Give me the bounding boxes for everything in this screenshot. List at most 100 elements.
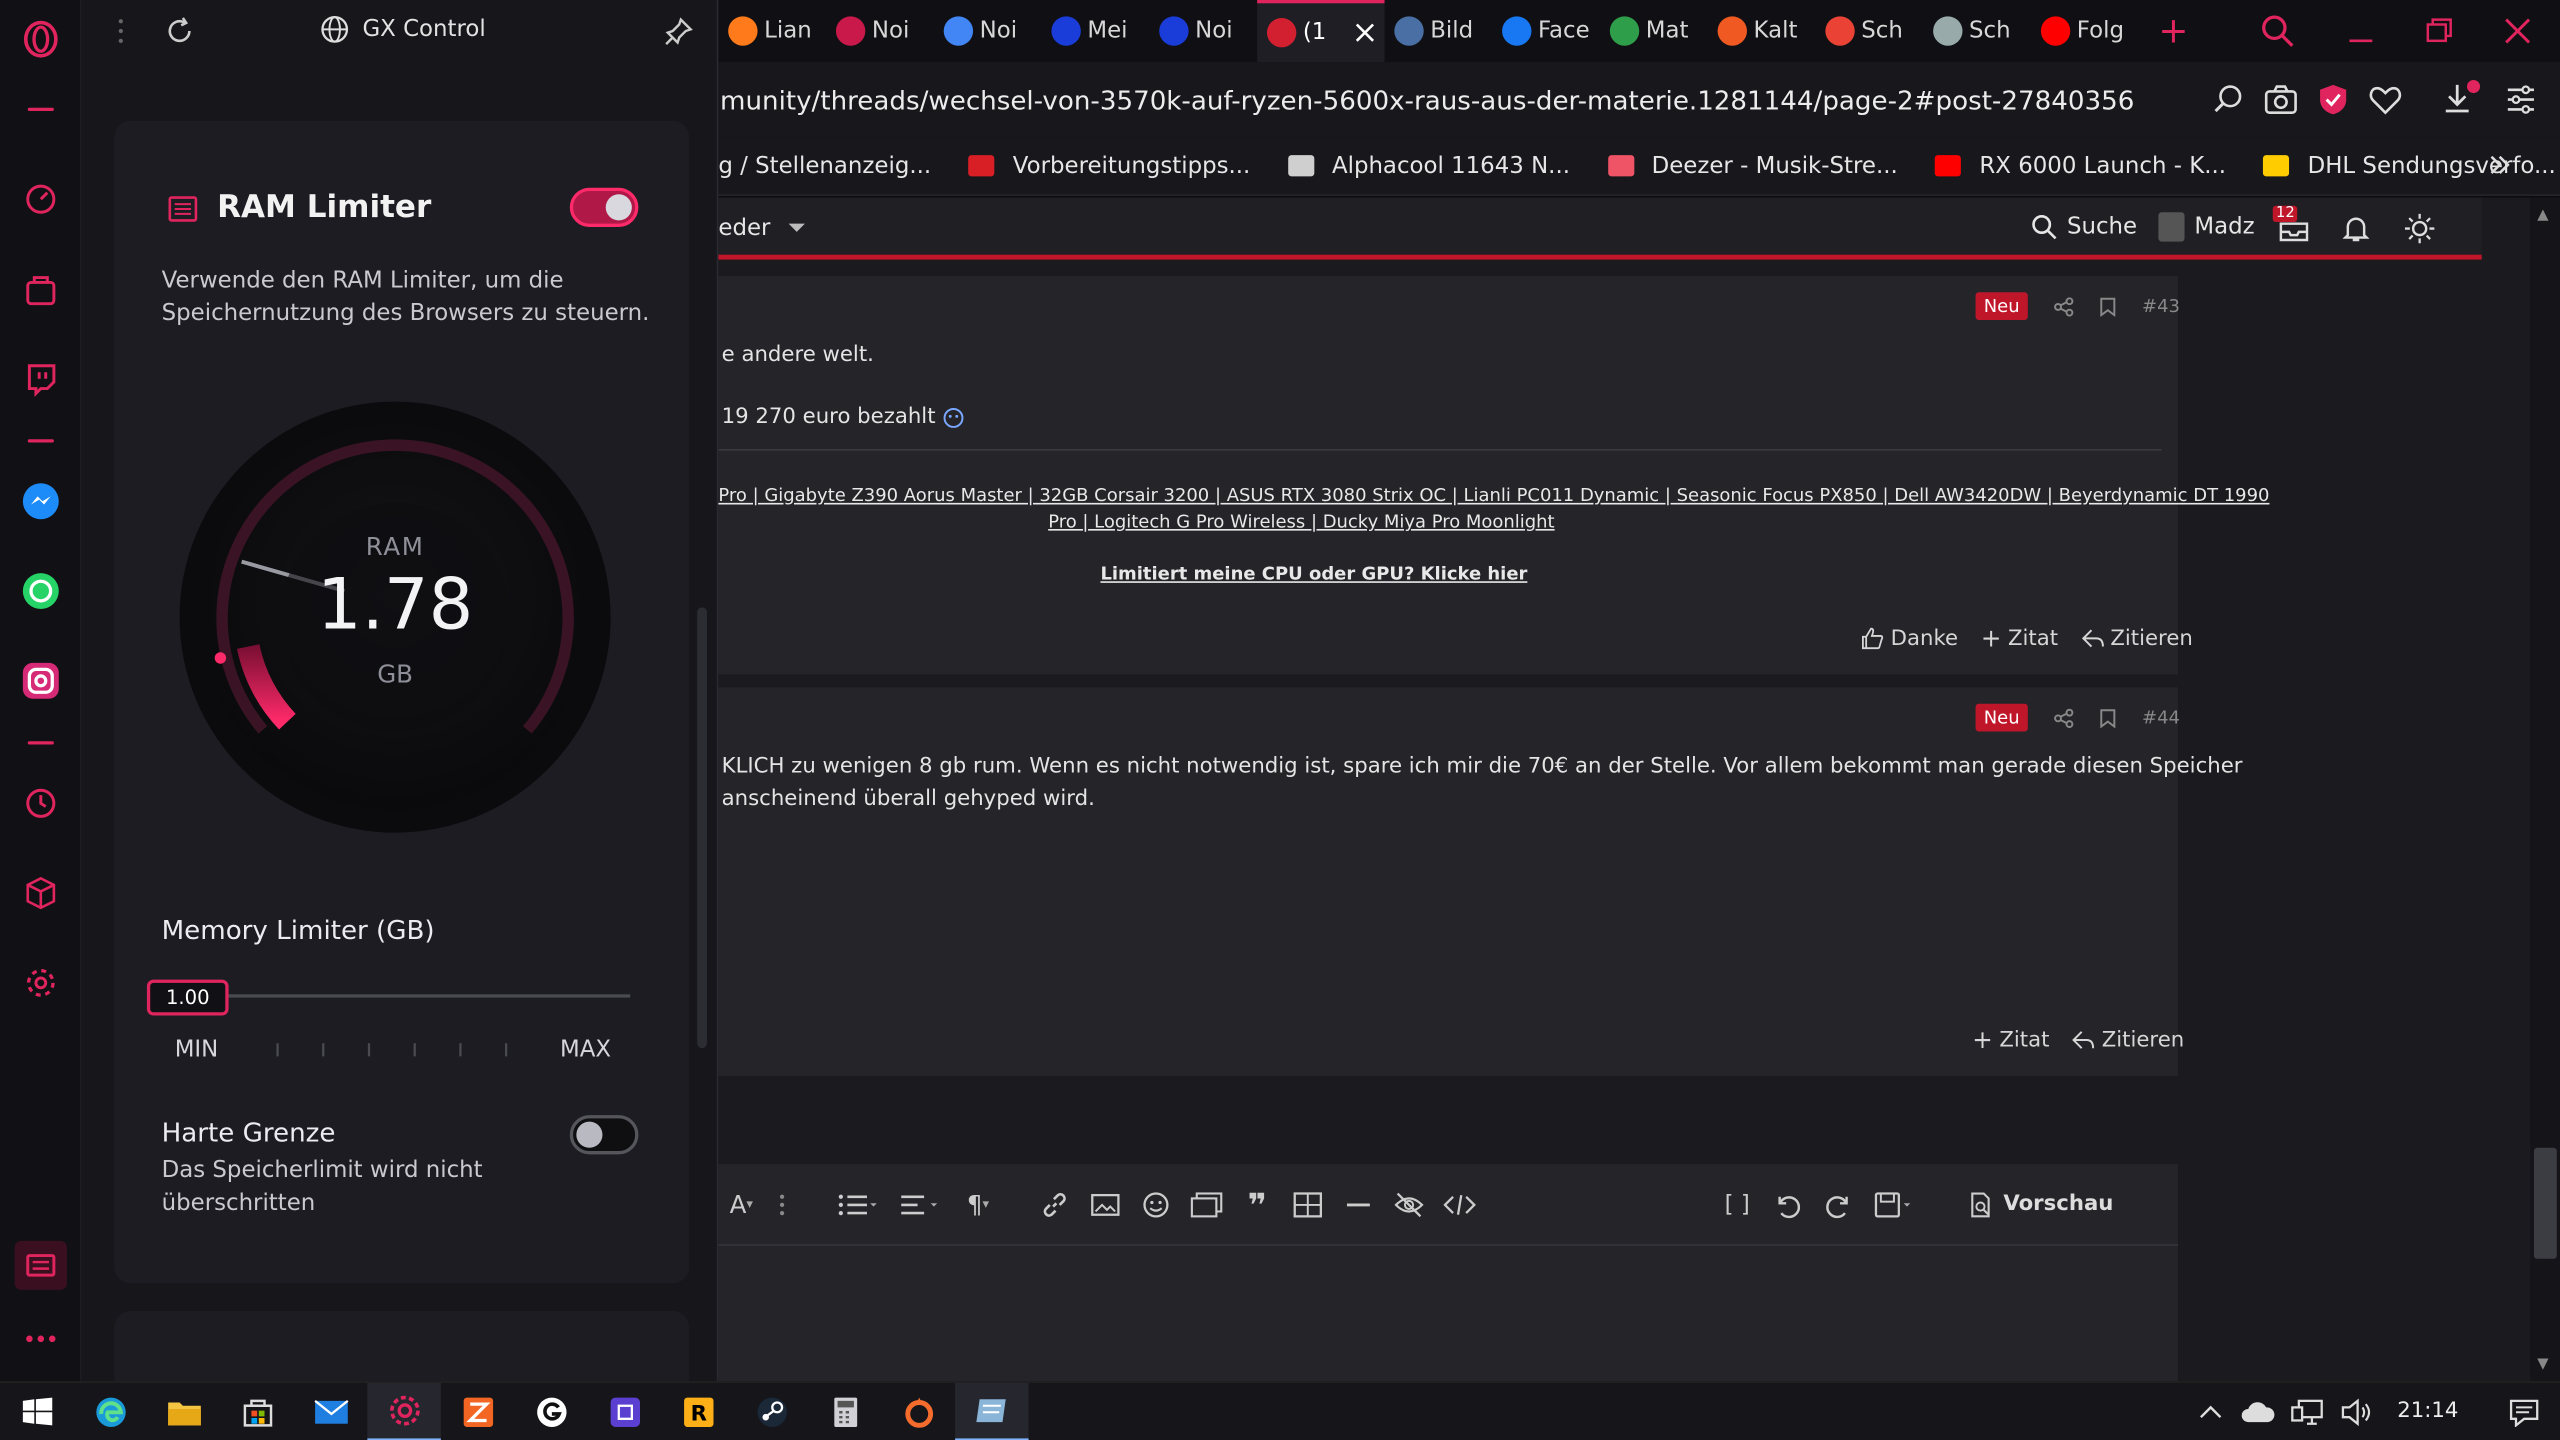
hard-limit-toggle[interactable] xyxy=(569,1115,639,1155)
action-center-icon[interactable] xyxy=(2488,1382,2560,1440)
speed-dial-icon[interactable] xyxy=(21,180,60,219)
table-icon[interactable] xyxy=(1288,1185,1327,1224)
tab-10[interactable]: Sch xyxy=(1816,0,1924,62)
gx-store-icon[interactable] xyxy=(21,271,60,310)
code-icon[interactable] xyxy=(1440,1185,1479,1224)
search-page-icon[interactable] xyxy=(2211,82,2247,118)
file-explorer-icon[interactable] xyxy=(147,1382,220,1440)
user-menu[interactable]: Madz xyxy=(2158,212,2255,242)
history-icon[interactable] xyxy=(21,784,60,823)
redo-icon[interactable] xyxy=(1819,1185,1858,1224)
close-tab-icon[interactable] xyxy=(1355,23,1375,43)
favorite-heart-icon[interactable] xyxy=(2367,82,2403,118)
link-icon[interactable] xyxy=(1035,1185,1074,1224)
reload-icon[interactable] xyxy=(163,15,196,48)
opera-gx-taskbar-icon[interactable] xyxy=(367,1382,441,1440)
tab-11[interactable]: Sch xyxy=(1923,0,2031,62)
vpn-shield-icon[interactable] xyxy=(2315,82,2351,118)
reply-cite-button[interactable]: Zitieren xyxy=(2072,1025,2184,1054)
settings-gear-icon[interactable] xyxy=(21,963,60,1002)
quote-button[interactable]: + Zitat xyxy=(1972,1025,2049,1054)
spoiler-eye-off-icon[interactable] xyxy=(1389,1185,1428,1224)
twitch-icon[interactable] xyxy=(21,359,60,398)
onedrive-cloud-icon[interactable] xyxy=(2234,1382,2283,1440)
share-icon[interactable] xyxy=(2054,707,2074,728)
share-icon[interactable] xyxy=(2054,296,2074,316)
steam-icon[interactable] xyxy=(735,1382,808,1440)
signature-link[interactable]: Limitiert meine CPU oder GPU? Klicke hie… xyxy=(1100,563,1527,584)
cpu-monitor-icon[interactable] xyxy=(588,1382,661,1440)
origin-icon[interactable] xyxy=(882,1382,955,1440)
bookmark-icon[interactable] xyxy=(2100,708,2116,728)
restore-icon[interactable] xyxy=(2423,16,2456,45)
url-field[interactable]: munity/threads/wechsel-von-3570k-auf-ryz… xyxy=(720,84,2134,115)
easy-setup-menu-icon[interactable] xyxy=(2505,83,2538,116)
scroll-thumb[interactable] xyxy=(2533,1147,2557,1259)
edge-icon[interactable] xyxy=(73,1382,146,1440)
network-icon[interactable] xyxy=(2283,1382,2332,1440)
bookmark-icon[interactable] xyxy=(2100,296,2116,316)
scroll-down-arrow-icon[interactable]: ▼ xyxy=(2537,1357,2548,1373)
snapshot-camera-icon[interactable] xyxy=(2263,82,2299,118)
tray-chevron-up-icon[interactable] xyxy=(2188,1382,2234,1440)
more-vertical-icon[interactable] xyxy=(774,1185,790,1224)
post-number[interactable]: #44 xyxy=(2142,707,2180,728)
ram-limiter-toggle[interactable] xyxy=(569,187,639,227)
tab-1[interactable]: Noi xyxy=(826,0,934,62)
forum-search-button[interactable]: Suche xyxy=(2031,214,2137,240)
alerts-bell-icon[interactable] xyxy=(2341,214,2370,243)
scroll-up-arrow-icon[interactable]: ▲ xyxy=(2537,207,2548,223)
whatsapp-icon[interactable] xyxy=(21,571,60,610)
volume-icon[interactable] xyxy=(2331,1382,2380,1440)
messenger-icon[interactable] xyxy=(21,482,60,521)
tab-5[interactable]: (1 xyxy=(1257,0,1385,63)
more-dots-icon[interactable] xyxy=(21,1319,60,1358)
downloads-icon[interactable] xyxy=(2439,78,2481,120)
bookmark-1[interactable]: Vorbereitungstipps... xyxy=(967,151,1250,180)
tab-12[interactable]: Folg xyxy=(2031,0,2139,62)
font-size-icon[interactable]: A ▾ xyxy=(718,1185,764,1224)
tab-6[interactable]: Bild xyxy=(1385,0,1493,62)
page-scrollbar[interactable]: ▲ ▼ xyxy=(2530,197,2560,1382)
gx-panel-scrollbar[interactable] xyxy=(697,607,707,1049)
opera-logo-icon[interactable] xyxy=(21,20,60,59)
clock[interactable]: 21:14 xyxy=(2380,1399,2475,1423)
windows-start-icon[interactable] xyxy=(0,1382,73,1440)
ms-store-icon[interactable] xyxy=(220,1382,293,1440)
tab-7[interactable]: Face xyxy=(1492,0,1600,62)
emoji-picker-icon[interactable] xyxy=(1136,1185,1175,1224)
memory-limiter-slider[interactable]: 1.00 xyxy=(146,979,637,1016)
quote-button[interactable]: + Zitat xyxy=(1981,624,2058,653)
ghub-icon[interactable] xyxy=(514,1382,587,1440)
bookmark-2[interactable]: Alphacool 11643 N... xyxy=(1286,151,1570,180)
minimize-icon[interactable] xyxy=(2345,16,2378,45)
bookmark-3[interactable]: Deezer - Musik-Stre... xyxy=(1606,151,1898,180)
undo-icon[interactable] xyxy=(1768,1185,1807,1224)
thanks-button[interactable]: Danke xyxy=(1861,624,1958,653)
theme-toggle-icon[interactable] xyxy=(2403,212,2436,245)
media-gallery-icon[interactable] xyxy=(1187,1185,1226,1224)
signature-line2[interactable]: Pro | Logitech G Pro Wireless | Ducky Mi… xyxy=(1048,511,1554,532)
gx-control-icon[interactable] xyxy=(14,1240,67,1290)
post-number[interactable]: #43 xyxy=(2142,296,2180,317)
close-window-icon[interactable] xyxy=(2501,15,2534,48)
inbox-button[interactable]: 12 xyxy=(2272,205,2312,244)
bookmarks-overflow-icon[interactable] xyxy=(2485,150,2514,179)
align-icon[interactable] xyxy=(895,1185,944,1224)
rockstar-launcher-icon[interactable]: R xyxy=(661,1382,734,1440)
bookmark-0[interactable]: g / Stellenanzeig... xyxy=(718,153,931,179)
notes-app-icon[interactable] xyxy=(955,1382,1029,1440)
pin-icon[interactable] xyxy=(663,15,696,48)
tab-0[interactable]: Lian xyxy=(718,0,826,62)
nav-members-menu[interactable]: eder xyxy=(718,216,806,242)
slider-value-handle[interactable]: 1.00 xyxy=(146,979,229,1016)
paragraph-icon[interactable]: ¶ ▾ xyxy=(953,1185,1002,1224)
editor-textarea[interactable] xyxy=(718,1249,2162,1393)
drafts-save-icon[interactable] xyxy=(1869,1185,1918,1224)
preview-button[interactable]: Vorschau xyxy=(1967,1185,2114,1224)
tab-3[interactable]: Mei xyxy=(1042,0,1150,62)
drag-handle-icon[interactable] xyxy=(118,16,125,45)
search-tabs-icon[interactable] xyxy=(2260,13,2296,49)
new-tab-button[interactable]: + xyxy=(2139,0,2208,62)
bbcode-toggle-icon[interactable]: [ ] xyxy=(1718,1185,1757,1224)
